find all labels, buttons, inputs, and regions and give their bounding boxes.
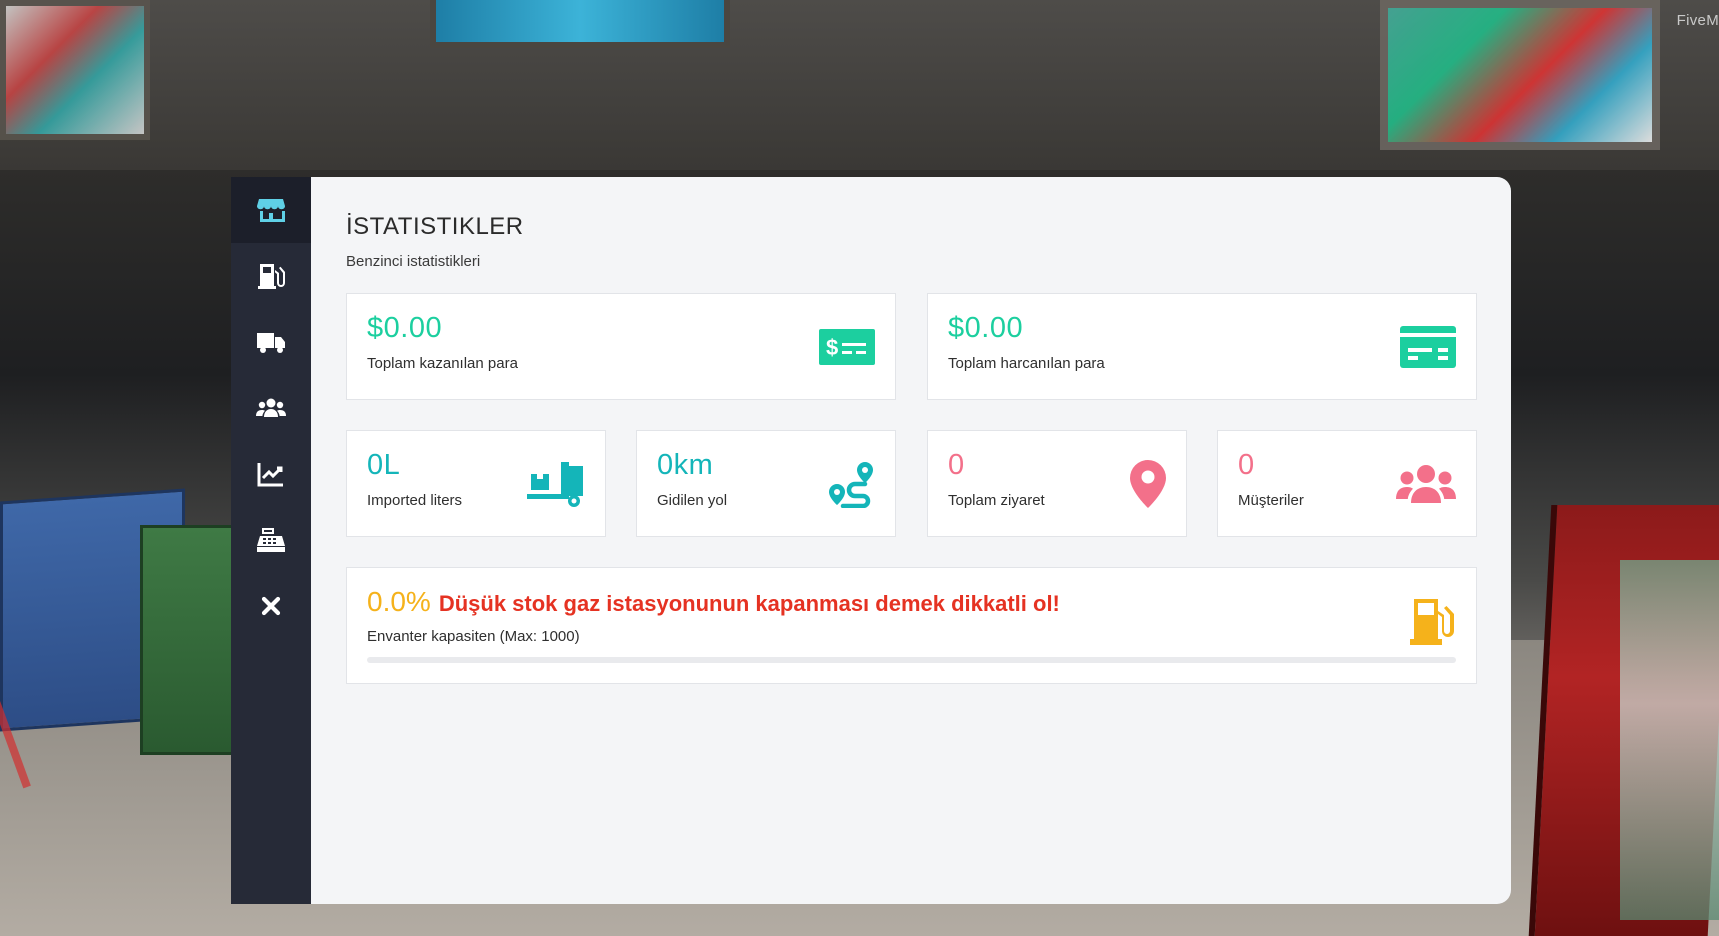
stat-label: Imported liters bbox=[367, 492, 463, 509]
stat-label: Gidilen yol bbox=[657, 492, 728, 509]
money-bill-icon: $ bbox=[819, 328, 875, 365]
page-subtitle: Benzinci istatistikleri bbox=[346, 253, 481, 270]
stat-value: 0 bbox=[1238, 449, 1255, 481]
gas-station-panel: İSTATISTIKLER Benzinci istatistikleri $0… bbox=[231, 177, 1511, 904]
stat-label: Toplam kazanılan para bbox=[367, 355, 518, 372]
map-marker-icon bbox=[1130, 459, 1166, 508]
gas-pump-icon bbox=[258, 264, 285, 289]
background-sign bbox=[430, 0, 730, 48]
stat-value: 0 bbox=[948, 449, 965, 481]
gas-pump-icon bbox=[1410, 598, 1454, 645]
stat-value: $0.00 bbox=[367, 312, 443, 344]
stat-value: $0.00 bbox=[948, 312, 1024, 344]
stat-card-distance: 0km Gidilen yol bbox=[636, 430, 896, 537]
stock-warning: Düşük stok gaz istasyonunun kapanması de… bbox=[438, 591, 1060, 616]
cash-register-icon bbox=[257, 528, 285, 552]
sidebar-item-statistics[interactable] bbox=[231, 441, 311, 507]
stock-percent: 0.0% bbox=[367, 586, 431, 617]
credit-card-icon bbox=[1400, 325, 1456, 368]
sidebar-item-truck[interactable] bbox=[231, 309, 311, 375]
stock-label: Envanter kapasiten (Max: 1000) bbox=[367, 628, 580, 645]
page-title: İSTATISTIKLER bbox=[346, 213, 524, 240]
stat-card-earned: $0.00 Toplam kazanılan para $ bbox=[346, 293, 896, 400]
stat-label: Toplam ziyaret bbox=[948, 492, 1045, 509]
stat-card-liters: 0L Imported liters bbox=[346, 430, 606, 537]
stat-card-visits: 0 Toplam ziyaret bbox=[927, 430, 1187, 537]
sidebar-item-employees[interactable] bbox=[231, 375, 311, 441]
sidebar-item-register[interactable] bbox=[231, 507, 311, 573]
background-fridge-glass bbox=[1620, 560, 1719, 920]
sidebar bbox=[231, 177, 311, 904]
stock-card: 0.0% Düşük stok gaz istasyonunun kapanma… bbox=[346, 567, 1477, 684]
stat-card-spent: $0.00 Toplam harcanılan para bbox=[927, 293, 1477, 400]
background-newspaper-box bbox=[140, 525, 235, 755]
stock-progress-bar bbox=[367, 657, 1456, 663]
truck-loading-icon bbox=[527, 461, 583, 507]
users-icon bbox=[256, 398, 286, 417]
stat-card-customers: 0 Müşteriler bbox=[1217, 430, 1477, 537]
chart-line-icon bbox=[257, 463, 283, 487]
sidebar-item-store[interactable] bbox=[231, 177, 311, 243]
statistics-page: İSTATISTIKLER Benzinci istatistikleri $0… bbox=[311, 177, 1511, 904]
truck-icon bbox=[257, 333, 285, 353]
users-icon bbox=[1396, 464, 1456, 503]
background-poster bbox=[0, 0, 150, 140]
sidebar-item-gas[interactable] bbox=[231, 243, 311, 309]
stat-value: 0L bbox=[367, 449, 401, 481]
store-icon bbox=[257, 199, 285, 222]
stat-value: 0km bbox=[657, 449, 714, 481]
stat-label: Müşteriler bbox=[1238, 492, 1304, 509]
svg-text:$: $ bbox=[826, 335, 838, 360]
background-poster bbox=[1380, 0, 1660, 150]
route-icon bbox=[829, 461, 873, 508]
sidebar-item-close[interactable] bbox=[231, 573, 311, 639]
close-icon bbox=[261, 596, 281, 616]
stat-label: Toplam harcanılan para bbox=[948, 355, 1105, 372]
fivem-watermark: FiveM bbox=[1676, 12, 1719, 29]
